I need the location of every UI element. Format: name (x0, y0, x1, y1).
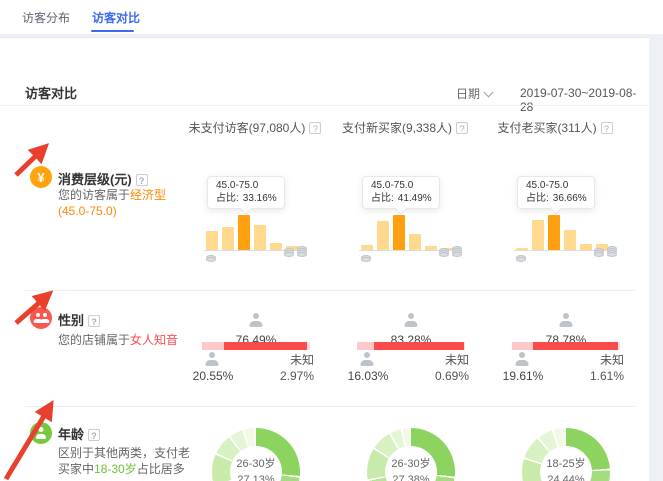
female-icon (248, 313, 264, 327)
tooltip-share: 占比:33.16% (216, 193, 284, 206)
unknown-percent: 1.61% (576, 368, 624, 384)
donut-center-label: 26-30岁 27.38% (367, 428, 455, 481)
tooltip-share: 占比:36.66% (526, 193, 594, 206)
chevron-down-icon (484, 88, 494, 98)
female-icon (403, 313, 419, 327)
female-icon (558, 313, 574, 327)
active-tab-underline (91, 30, 134, 32)
age-chart-repeat-buyers: 18-25岁 24.44% (500, 406, 655, 481)
column-header-label: 未支付访客(97,080人) (189, 121, 306, 135)
gender-bar[interactable] (512, 342, 620, 350)
bar-tooltip: 45.0-75.0 占比:41.49% (362, 176, 440, 209)
tab-visitor-compare[interactable]: 访客对比 (92, 9, 140, 26)
date-dropdown[interactable]: 日期 (456, 85, 492, 102)
column-header-unpaid-visitors: 未支付访客(97,080人)? (175, 119, 335, 136)
unknown-share: 未知 2.97% (266, 352, 314, 384)
tab-bar: 访客分布 访客对比 (0, 0, 663, 34)
help-icon[interactable]: ? (88, 429, 100, 441)
age-chart-unpaid: 26-30岁 27.13% (190, 406, 345, 481)
date-dropdown-label: 日期 (456, 87, 480, 101)
age-chart-new-buyers: 26-30岁 27.38% (345, 406, 500, 481)
gender-chart-repeat-buyers: 78.78% 19.61% 未知 1.61% (500, 290, 655, 406)
donut-center-label: 26-30岁 27.13% (212, 428, 300, 481)
unknown-share: 未知 1.61% (576, 352, 624, 384)
unknown-label: 未知 (266, 352, 314, 368)
visitor-compare-page: 访客分布 访客对比 访客对比 日期 2019-07-30~2019-08-28 … (0, 0, 663, 481)
column-header-repeat-buyers: 支付老买家(311人)? (475, 119, 635, 136)
column-header-label: 支付新买家(9,338人) (342, 121, 452, 135)
unknown-label: 未知 (421, 352, 469, 368)
gender-bar[interactable] (357, 342, 465, 350)
age-donut-chart[interactable]: 26-30岁 27.13% (212, 428, 300, 481)
date-range-value[interactable]: 2019-07-30~2019-08-28 (520, 86, 649, 114)
male-percent: 20.55% (190, 369, 236, 383)
tooltip-range: 45.0-75.0 (526, 180, 594, 193)
unknown-share: 未知 0.69% (421, 352, 469, 384)
panel-title: 访客对比 (25, 83, 77, 102)
unknown-label: 未知 (576, 352, 624, 368)
consumption-section-desc: 您的访客属于经济型(45.0-75.0) (58, 187, 188, 219)
help-icon[interactable]: ? (136, 174, 148, 186)
gender-icon (30, 307, 52, 329)
age-donut-chart[interactable]: 18-25岁 24.44% (522, 428, 610, 481)
coin-icon (516, 255, 526, 262)
desc-highlight: 女人知音 (130, 333, 178, 347)
gender-bar[interactable] (202, 342, 310, 350)
divider (0, 105, 649, 106)
help-icon[interactable]: ? (456, 122, 468, 134)
male-icon (514, 352, 530, 366)
consumption-chart-unpaid: 45.0-75.0 占比:33.16% (190, 138, 345, 290)
desc-text: 占比居多 (137, 462, 185, 476)
bar-tooltip: 45.0-75.0 占比:36.66% (517, 176, 595, 209)
consumption-bar-chart[interactable] (361, 215, 453, 250)
age-donut-chart[interactable]: 26-30岁 27.38% (367, 428, 455, 481)
consumption-chart-repeat-buyers: 45.0-75.0 占比:36.66% (500, 138, 655, 290)
visitor-compare-panel: 访客对比 日期 2019-07-30~2019-08-28 未支付访客(97,0… (0, 37, 649, 481)
unknown-percent: 0.69% (421, 368, 469, 384)
tooltip-range: 45.0-75.0 (371, 180, 439, 193)
desc-text: 您的访客属于 (58, 188, 130, 202)
coin-stack-icon (284, 246, 307, 257)
consumption-level-icon: ¥ (30, 166, 52, 188)
bar-tooltip: 45.0-75.0 占比:33.16% (207, 176, 285, 209)
desc-highlight: 18-30岁 (94, 462, 137, 476)
gender-section-title: 性别? (58, 310, 100, 329)
help-icon[interactable]: ? (88, 315, 100, 327)
tab-visitor-distribution[interactable]: 访客分布 (22, 9, 70, 26)
gender-section-desc: 您的店铺属于女人知音 (58, 332, 198, 348)
consumption-bar-chart[interactable] (206, 215, 298, 250)
unknown-percent: 2.97% (266, 368, 314, 384)
tooltip-share: 占比:41.49% (371, 193, 439, 206)
desc-text: 您的店铺属于 (58, 333, 130, 347)
gender-chart-new-buyers: 83.28% 16.03% 未知 0.69% (345, 290, 500, 406)
coin-stack-icon (439, 246, 462, 257)
age-section-desc: 区别于其他两类，支付老买家中18-30岁占比居多 (58, 445, 194, 477)
tooltip-range: 45.0-75.0 (216, 180, 284, 193)
column-header-new-buyers: 支付新买家(9,338人)? (325, 119, 485, 136)
age-section-title: 年龄? (58, 424, 100, 443)
consumption-section-title: 消费层级(元)? (58, 169, 148, 188)
age-icon (30, 422, 52, 444)
male-icon (204, 352, 220, 366)
gender-title-label: 性别 (58, 313, 84, 328)
coin-stack-icon (594, 246, 617, 257)
help-icon[interactable]: ? (309, 122, 321, 134)
gender-chart-unpaid: 76.49% 20.55% 未知 2.97% (190, 290, 345, 406)
help-icon[interactable]: ? (601, 122, 613, 134)
consumption-chart-new-buyers: 45.0-75.0 占比:41.49% (345, 138, 500, 290)
coin-icon (361, 255, 371, 262)
male-icon (359, 352, 375, 366)
age-title-label: 年龄 (58, 427, 84, 442)
yen-glyph: ¥ (37, 171, 44, 184)
column-header-label: 支付老买家(311人) (497, 121, 596, 135)
consumption-bar-chart[interactable] (516, 215, 608, 250)
coin-icon (206, 255, 216, 262)
male-percent: 19.61% (500, 369, 546, 383)
male-percent: 16.03% (345, 369, 391, 383)
donut-center-label: 18-25岁 24.44% (522, 428, 610, 481)
consumption-title-label: 消费层级(元) (58, 172, 132, 187)
